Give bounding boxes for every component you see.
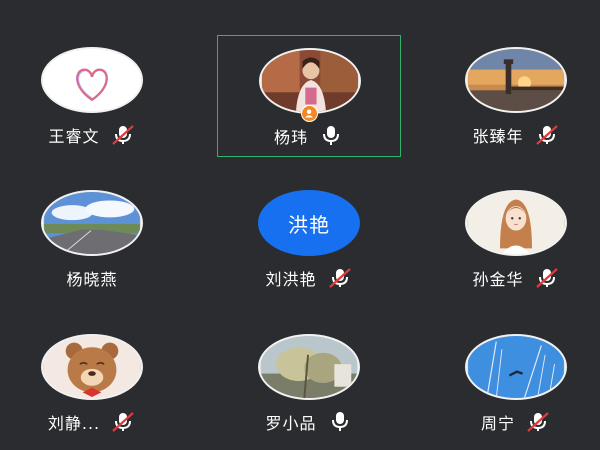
mic-muted-icon[interactable] [534, 266, 560, 290]
mic-on-icon[interactable] [318, 124, 344, 148]
mic-muted-icon[interactable] [110, 123, 136, 147]
participant-name: 杨玮 [273, 128, 308, 147]
participant-tile-luoxiaopin[interactable]: 罗小品 [217, 322, 401, 444]
participant-name: 周宁 [480, 414, 515, 433]
photo-avatar [44, 192, 140, 254]
participant-tile-sunjinhua[interactable]: 孙金华 [424, 178, 600, 300]
mic-muted-icon[interactable] [110, 410, 136, 434]
participant-name: 王睿文 [48, 127, 100, 146]
participant-name: 罗小品 [265, 414, 317, 433]
photo-avatar [468, 49, 564, 111]
avatar [41, 47, 143, 113]
avatar-initials: 洪艳 [258, 190, 360, 256]
photo-avatar [468, 336, 564, 398]
avatar [465, 334, 567, 400]
participant-name: 刘洪艳 [265, 270, 317, 289]
avatar [465, 47, 567, 113]
participant-tile-yangxiaoyan[interactable]: 杨晓燕 [0, 178, 184, 300]
heart-icon [44, 49, 140, 111]
photo-avatar [262, 50, 358, 112]
mic-muted-icon[interactable] [525, 410, 551, 434]
participant-tile-liujing[interactable]: 刘静... [0, 322, 184, 444]
participant-name: 刘静... [47, 414, 101, 433]
participant-tile-liuhongyan[interactable]: 洪艳 刘洪艳 [217, 178, 401, 300]
avatar [41, 190, 143, 256]
mic-muted-icon[interactable] [534, 123, 560, 147]
participant-name: 张臻年 [472, 127, 524, 146]
participant-name: 孙金华 [472, 270, 524, 289]
avatar [258, 334, 360, 400]
avatar [465, 190, 567, 256]
cartoon-bear-avatar [44, 336, 140, 398]
host-badge-icon [301, 105, 318, 122]
participant-tile-zhouning[interactable]: 周宁 [424, 322, 600, 444]
participant-tile-zhangzhennian[interactable]: 张臻年 [424, 35, 600, 157]
cartoon-girl-avatar [468, 192, 564, 254]
photo-avatar [261, 336, 357, 398]
participant-tile-wangruiwen[interactable]: 王睿文 [0, 35, 184, 157]
mic-on-icon[interactable] [327, 410, 353, 434]
avatar [41, 334, 143, 400]
participant-tile-yangwei[interactable]: 杨玮 [217, 35, 401, 157]
mic-muted-icon[interactable] [327, 266, 353, 290]
participant-name: 杨晓燕 [66, 270, 118, 289]
